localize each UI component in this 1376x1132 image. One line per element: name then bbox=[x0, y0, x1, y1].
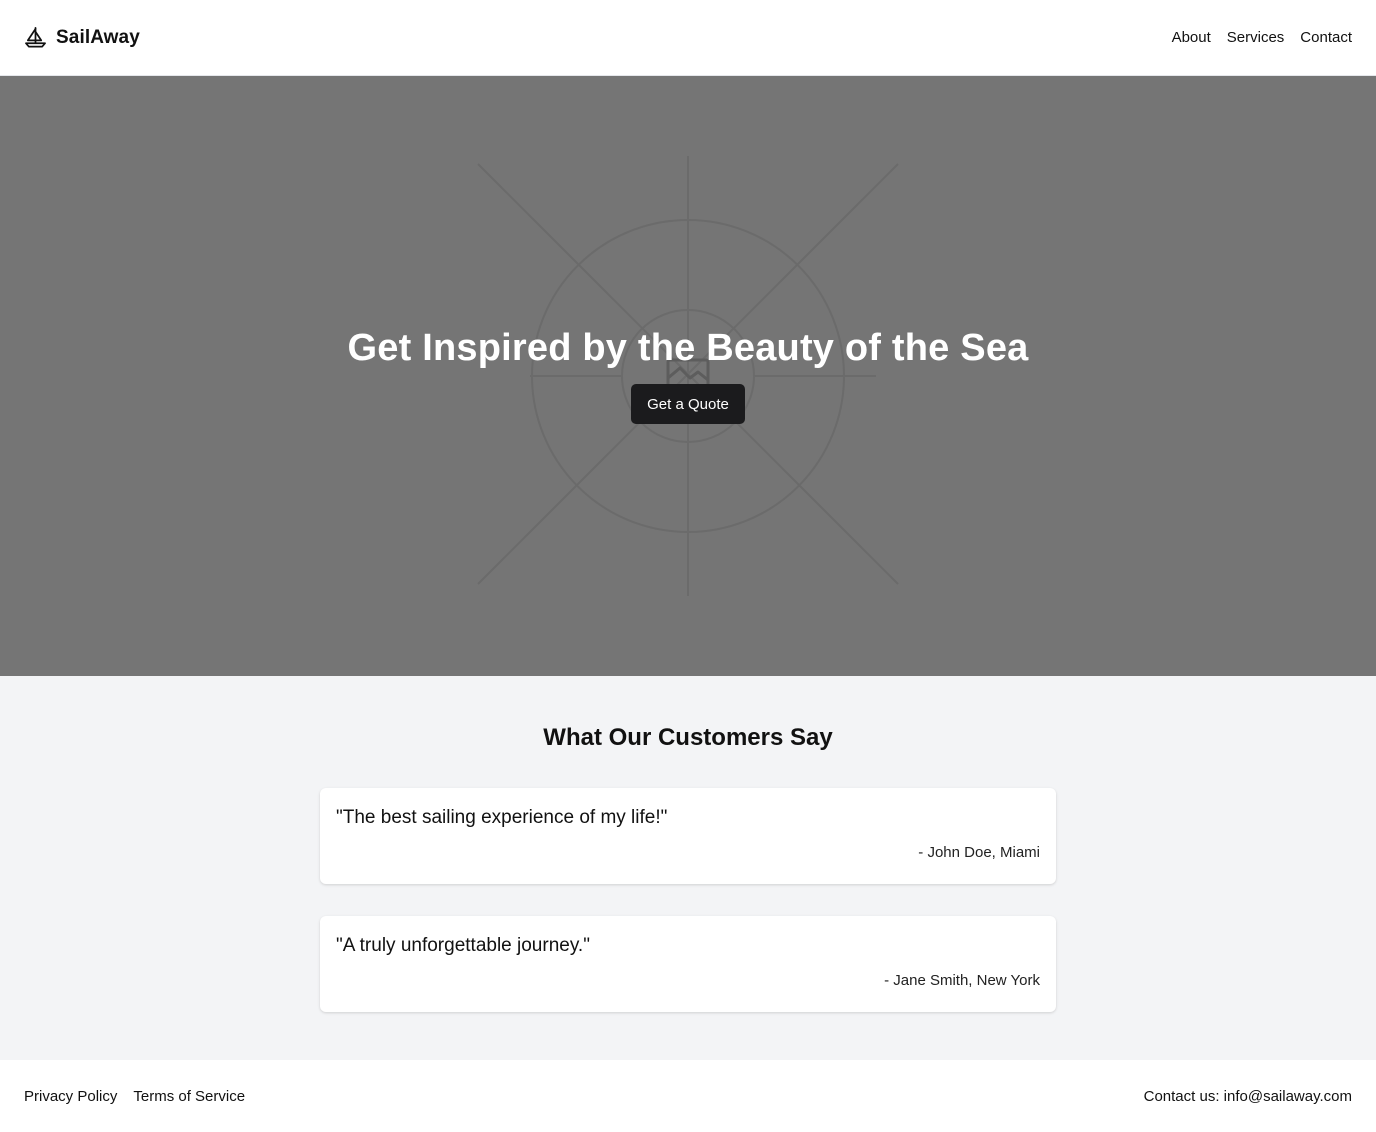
hero-content: Get Inspired by the Beauty of the Sea Ge… bbox=[0, 326, 1376, 424]
testimonial-author: - John Doe, Miami bbox=[918, 844, 1040, 861]
nav-link-services[interactable]: Services bbox=[1227, 29, 1285, 46]
nav-link-about[interactable]: About bbox=[1172, 29, 1211, 46]
testimonials-title: What Our Customers Say bbox=[543, 724, 833, 751]
terms-of-service-link[interactable]: Terms of Service bbox=[133, 1088, 245, 1105]
site-footer: Privacy Policy Terms of Service Contact … bbox=[0, 1060, 1376, 1132]
testimonial-card: "The best sailing experience of my life!… bbox=[320, 788, 1056, 884]
testimonial-card: "A truly unforgettable journey." - Jane … bbox=[320, 916, 1056, 1012]
sailboat-icon bbox=[25, 27, 46, 48]
testimonials-section: What Our Customers Say "The best sailing… bbox=[0, 676, 1376, 1060]
brand-logo-link[interactable]: SailAway bbox=[24, 26, 140, 49]
testimonial-quote: "A truly unforgettable journey." bbox=[336, 935, 590, 956]
contact-email: Contact us: info@sailaway.com bbox=[1143, 1087, 1352, 1105]
site-header: SailAway About Services Contact bbox=[0, 0, 1376, 76]
footer-links: Privacy Policy Terms of Service bbox=[24, 1088, 245, 1105]
hero-section: Get Inspired by the Beauty of the Sea Ge… bbox=[0, 76, 1376, 676]
hero-title: Get Inspired by the Beauty of the Sea bbox=[347, 327, 1029, 369]
testimonial-author: - Jane Smith, New York bbox=[884, 972, 1040, 989]
get-quote-button[interactable]: Get a Quote bbox=[631, 384, 745, 424]
privacy-policy-link[interactable]: Privacy Policy bbox=[24, 1088, 117, 1105]
main-nav: About Services Contact bbox=[1172, 29, 1352, 46]
brand-name: SailAway bbox=[56, 26, 140, 48]
nav-link-contact[interactable]: Contact bbox=[1300, 29, 1352, 46]
testimonial-quote: "The best sailing experience of my life!… bbox=[336, 807, 668, 828]
